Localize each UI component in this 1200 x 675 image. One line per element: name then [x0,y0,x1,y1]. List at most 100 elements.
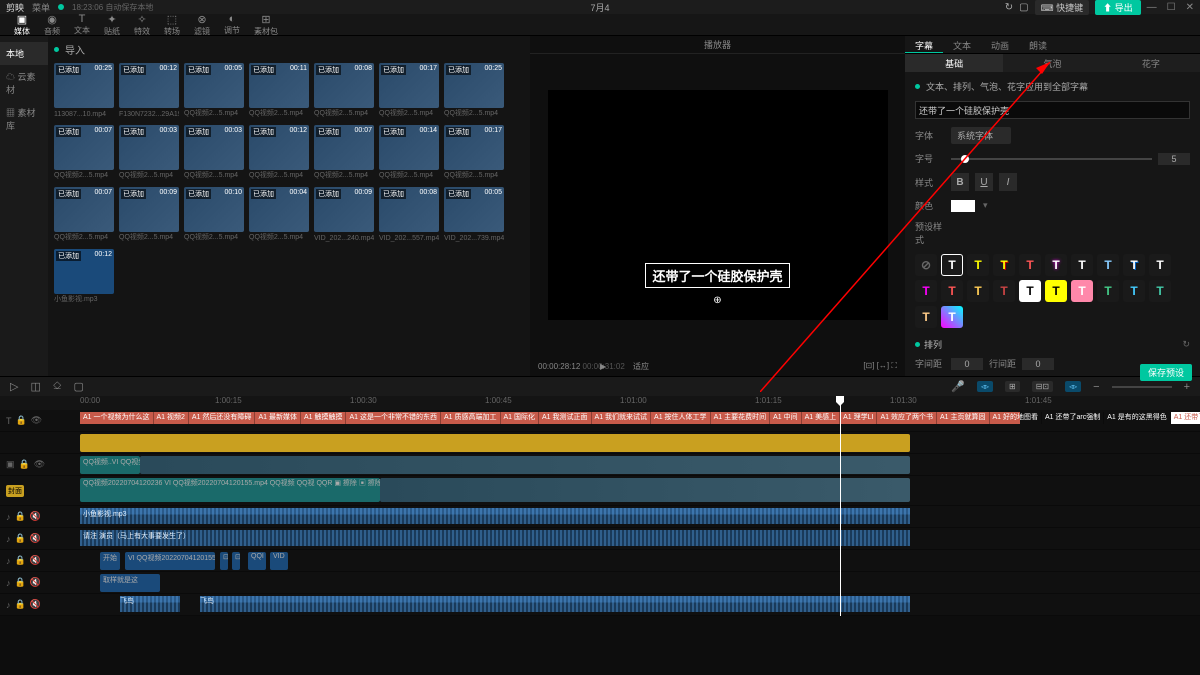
preset-item[interactable]: T [993,280,1015,302]
preset-item[interactable]: T [1123,254,1145,276]
preset-item[interactable]: T [1097,280,1119,302]
preset-item[interactable]: T [1149,254,1171,276]
audio-clip[interactable]: 取样就是这 [100,574,160,592]
tab-sticker[interactable]: ✦贴纸 [104,13,120,37]
preset-item[interactable]: T [1019,280,1041,302]
media-thumbnail[interactable]: 已添加00:04QQ视频2...5.mp4 [249,187,309,232]
subtab-art[interactable]: 花字 [1102,54,1200,72]
rtab-subtitle[interactable]: 字幕 [905,36,943,53]
mic-icon[interactable]: 🎤 [951,380,965,393]
media-thumbnail[interactable]: 已添加00:07QQ视频2...5.mp4 [314,125,374,170]
media-thumbnail[interactable]: 已添加00:14QQ视频2...5.mp4 [379,125,439,170]
media-thumbnail[interactable]: 已添加00:05VID_202...739.mp4 [444,187,504,232]
media-thumbnail[interactable]: 已添加00:17QQ视频2...5.mp4 [379,63,439,108]
link-chip[interactable]: ⊟⊡ [1032,381,1053,392]
history-icon[interactable]: ↻ [1005,2,1013,13]
timeline-clip[interactable] [80,434,910,452]
video-track-icon[interactable]: ▣ [6,459,15,470]
rtab-animation[interactable]: 动画 [981,36,1019,53]
shortcut-button[interactable]: ⌨ 快捷键 [1035,0,1090,15]
maximize-icon[interactable]: ☐ [1167,2,1176,13]
line-spacing-input[interactable]: 0 [1022,358,1054,370]
play-icon[interactable]: ▶ [600,362,606,371]
timeline-clip[interactable] [380,478,910,502]
tab-media[interactable]: ▣媒体 [14,13,30,37]
cover-marker[interactable]: 封面 [6,485,24,497]
close-icon[interactable]: ✕ [1186,2,1194,13]
sidebar-item-library[interactable]: ▦ 素材库 [0,101,48,137]
minimize-icon[interactable]: — [1147,2,1157,13]
snap-chip[interactable]: ⊞ [1005,381,1020,392]
preset-item[interactable]: T [1019,254,1041,276]
subtitle-clips[interactable]: A1 一个视频为什么这A1 视频2A1 然后还没有障碍A1 最新媒体A1 触摸触… [80,412,1020,424]
timeline-clip[interactable] [140,456,910,474]
playhead[interactable] [840,396,841,616]
preset-item[interactable]: T [1097,254,1119,276]
zoom-out-icon[interactable]: − [1093,381,1099,393]
select-tool-icon[interactable]: ▷ [10,380,18,393]
subtab-basic[interactable]: 基础 [905,54,1003,72]
size-input[interactable]: 5 [1158,153,1190,165]
reset-icon[interactable]: ↻ [1182,339,1190,350]
audio-clip[interactable]: VID [270,552,288,570]
cut-tool-icon[interactable]: ◫ [30,380,40,393]
preset-item[interactable]: T [1045,254,1067,276]
subtitle-on-canvas[interactable]: 还带了一个硅胶保护壳 [645,263,789,288]
subtitle-text-input[interactable] [915,101,1190,119]
fit-dropdown[interactable]: 适应 [633,362,649,371]
preset-item[interactable]: T [967,280,989,302]
lock-icon[interactable]: 🔒 [16,415,27,426]
media-thumbnail[interactable]: 已添加00:25QQ视频2...5.mp4 [444,63,504,108]
audio-clip[interactable]: 请注 演员（马上有大事要发生了） [80,530,910,546]
preset-item[interactable]: T [993,254,1015,276]
subtab-bubble[interactable]: 气泡 [1003,54,1101,72]
import-button[interactable]: 导入 [65,42,85,57]
preview-canvas[interactable]: 还带了一个硅胶保护壳 ⊕ [548,90,888,320]
color-dropdown-icon[interactable]: ▾ [983,200,988,211]
apply-all-label[interactable]: 文本、排列、气泡、花字应用到全部字幕 [926,80,1088,93]
media-thumbnail[interactable]: 已添加00:11QQ视频2...5.mp4 [249,63,309,108]
media-thumbnail[interactable]: 已添加00:12QQ视频2...5.mp4 [249,125,309,170]
tab-effects[interactable]: ✧特效 [134,13,150,37]
audio-clip[interactable]: 飞鸟 [120,596,180,612]
preset-none[interactable]: ⊘ [915,254,937,276]
media-thumbnail[interactable]: 已添加00:08QQ视频2...5.mp4 [314,63,374,108]
tab-adjust[interactable]: ◐调节 [224,13,240,36]
size-slider[interactable] [951,158,1152,160]
media-thumbnail[interactable]: 已添加00:17QQ视频2...5.mp4 [444,125,504,170]
audio-clip[interactable]: VI QQ视频20220704120155 [125,552,215,570]
layout-icon[interactable]: ▢ [1019,2,1028,13]
tab-transition[interactable]: ⬚转场 [164,13,180,37]
eye-icon[interactable]: 👁 [31,415,42,426]
audio-clip[interactable]: 小鱼影视.mp3 [80,508,910,524]
media-thumbnail[interactable]: 已添加00:10QQ视频2...5.mp4 [184,187,244,232]
audio-clip[interactable]: QQI [248,552,266,570]
audio-track-icon[interactable]: ♪ [6,512,11,522]
resolution-icon[interactable]: [↔] [877,361,889,370]
preset-item[interactable]: T [941,254,963,276]
preset-item[interactable]: T [915,280,937,302]
timeline-clip[interactable]: QQ视频..VI QQ视频20220704120155.mp4 [80,456,140,474]
rtab-read[interactable]: 朗读 [1019,36,1057,53]
media-thumbnail[interactable]: 已添加00:03QQ视频2...5.mp4 [119,125,179,170]
delete-tool-icon[interactable]: ▢ [74,380,84,393]
media-thumbnail[interactable]: 已添加00:08VID_202...557.mp4 [379,187,439,232]
timeline[interactable]: 00:00 1:00:15 1:00:30 1:00:45 1:01:00 1:… [0,396,1200,616]
media-thumbnail[interactable]: 已添加00:09VID_202...240.mp4 [314,187,374,232]
media-thumbnail[interactable]: 已添加00:09QQ视频2...5.mp4 [119,187,179,232]
preset-item[interactable]: T [915,306,937,328]
zoom-slider[interactable] [1112,386,1172,388]
preset-item[interactable]: T [1071,280,1093,302]
preset-item[interactable]: T [1123,280,1145,302]
media-thumbnail[interactable]: 已添加00:07QQ视频2...5.mp4 [54,125,114,170]
font-dropdown[interactable]: 系统字体 [951,127,1011,144]
preset-item[interactable]: T [1149,280,1171,302]
fullscreen-icon[interactable]: ⛶ [891,361,897,370]
save-preset-button[interactable]: 保存预设 [1140,364,1192,381]
timeline-clip[interactable]: QQ视频20220704120236 VI QQ视频20220704120155… [80,478,380,502]
preview-chip[interactable]: ◃▹ [1065,381,1081,392]
underline-button[interactable]: U [975,173,993,191]
sidebar-item-local[interactable]: 本地 [0,42,48,65]
preset-item[interactable]: T [967,254,989,276]
export-button[interactable]: ⬆ 导出 [1095,0,1141,15]
